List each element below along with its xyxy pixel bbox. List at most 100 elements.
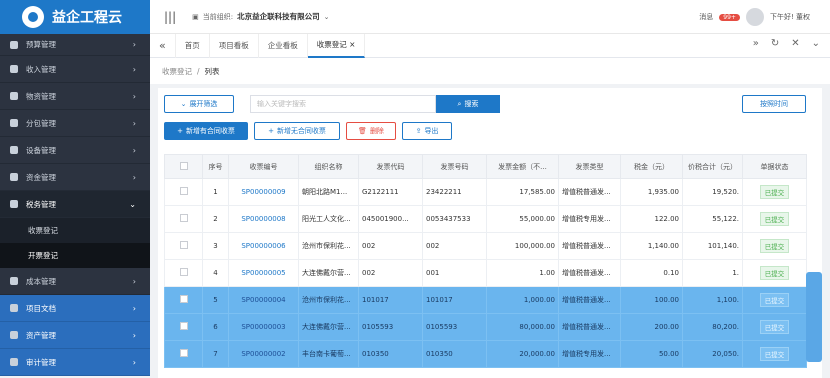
- submenu-item-invoice-register[interactable]: 开票登记: [0, 243, 150, 268]
- sidebar-item-budget[interactable]: 预算管理 ›: [0, 34, 150, 56]
- tabs-scroll-right-icon[interactable]: »: [753, 38, 759, 49]
- org-icon: ▣: [192, 12, 199, 21]
- cell-invoice-code: 010350: [358, 340, 423, 368]
- cell-type: 增值税专用发...: [558, 340, 621, 368]
- row-checkbox[interactable]: [164, 286, 203, 314]
- cell-code-link[interactable]: SP00000004: [228, 286, 299, 314]
- row-checkbox[interactable]: [164, 259, 203, 287]
- cell-code-link[interactable]: SP00000009: [228, 178, 299, 206]
- cell-total: 80,200.: [682, 313, 743, 341]
- sidebar-item-tax[interactable]: 税务管理 ⌄: [0, 191, 150, 218]
- row-checkbox[interactable]: [164, 313, 203, 341]
- sidebar-item-materials[interactable]: 物资管理 ›: [0, 83, 150, 110]
- refresh-icon[interactable]: ↻: [771, 38, 779, 49]
- row-checkbox[interactable]: [164, 232, 203, 260]
- chevron-right-icon: ›: [132, 303, 136, 313]
- row-checkbox[interactable]: [164, 205, 203, 233]
- cell-code-link[interactable]: SP00000002: [228, 340, 299, 368]
- table-row: 2 SP00000008 阳光工人文化... 045001900... 0053…: [164, 205, 807, 233]
- org-label: 当前组织:: [202, 12, 234, 21]
- cell-code-link[interactable]: SP00000005: [228, 259, 299, 287]
- sidebar-item-income[interactable]: 收入管理 ›: [0, 56, 150, 83]
- cell-tax: 0.10: [620, 259, 683, 287]
- time-filter-button[interactable]: 按照时间: [742, 95, 806, 113]
- table-row: 3 SP00000006 沧州市保利花... 002 002 100,000.0…: [164, 232, 807, 260]
- add-no-contract-receipt-button[interactable]: + 新增无合同收票: [254, 122, 340, 140]
- cost-icon: [10, 277, 18, 285]
- cell-invoice-no: 002: [422, 232, 487, 260]
- status-cell: 已提交: [742, 205, 807, 233]
- org-name: 北京益企联科技有限公司: [237, 12, 320, 21]
- close-icon[interactable]: ✕: [791, 38, 799, 49]
- cell-org: 阳光工人文化...: [298, 205, 359, 233]
- col-header: 税金（元）: [620, 154, 683, 179]
- select-all-checkbox[interactable]: [164, 154, 203, 179]
- status-cell: 已提交: [742, 259, 807, 287]
- cell-code-link[interactable]: SP00000008: [228, 205, 299, 233]
- search-button[interactable]: ⌕ 搜索: [436, 95, 500, 113]
- cell-tax: 1,935.00: [620, 178, 683, 206]
- status-cell: 已提交: [742, 313, 807, 341]
- audit-icon: [10, 358, 18, 366]
- org-selector[interactable]: ▣ 当前组织: 北京益企联科技有限公司 ⌄: [192, 11, 329, 22]
- col-header: 组织名称: [298, 154, 359, 179]
- tabs-scroll-left-icon[interactable]: «: [150, 33, 176, 58]
- menu-toggle-icon[interactable]: |||: [164, 10, 176, 24]
- messages-link[interactable]: 消息: [699, 12, 713, 22]
- submenu-item-receipt-register[interactable]: 收票登记: [0, 218, 150, 243]
- sidebar: 益企工程云 预算管理 › 收入管理 › 物资管理 › 分包管理 › 设备管理 › 资金管理…: [0, 0, 150, 376]
- sidebar-item-cost[interactable]: 成本管理 ›: [0, 268, 150, 295]
- col-header: 发票类型: [558, 154, 621, 179]
- plus-icon: +: [177, 127, 183, 135]
- delete-button[interactable]: 🗑 删除: [346, 122, 396, 140]
- tab-receipt-register[interactable]: 收票登记 ×: [307, 33, 366, 58]
- cell-code-link[interactable]: SP00000006: [228, 232, 299, 260]
- user-area: 消息 99+ 下午好! 董权: [699, 8, 810, 26]
- cell-type: 增值税普通发...: [558, 286, 621, 314]
- col-header: 收票编号: [228, 154, 299, 179]
- cell-tax: 200.00: [620, 313, 683, 341]
- cell-type: 增值税普通发...: [558, 178, 621, 206]
- cell-total: 20,050.: [682, 340, 743, 368]
- expand-filter-button[interactable]: ⌄ 展开筛选: [164, 95, 234, 113]
- tab-home[interactable]: 首页: [176, 33, 210, 58]
- main-panel: ⌄ 展开筛选 输入关键字搜索 ⌕ 搜索 按照时间 + 新增有合同收票 + 新增无合同收票…: [158, 88, 822, 378]
- table-row: 6 SP00000003 大连佛戴尔营... 0105593 0105593 8…: [164, 313, 807, 341]
- sidebar-item-assets[interactable]: 资产管理 ›: [0, 322, 150, 349]
- user-greeting[interactable]: 下午好! 董权: [770, 12, 810, 22]
- row-checkbox[interactable]: [164, 178, 203, 206]
- cell-invoice-code: 101017: [358, 286, 423, 314]
- tab-project-board[interactable]: 项目看板: [210, 33, 259, 58]
- cell-org: 沧州市保利花...: [298, 286, 359, 314]
- chevron-down-icon[interactable]: ⌄: [812, 38, 820, 49]
- export-button[interactable]: ⇪ 导出: [402, 122, 452, 140]
- col-header: 价税合计（元）: [682, 154, 743, 179]
- search-icon: ⌕: [457, 99, 462, 108]
- avatar[interactable]: [745, 8, 764, 26]
- close-tab-icon[interactable]: ×: [349, 40, 355, 49]
- sidebar-item-audit[interactable]: 审计管理 ›: [0, 349, 150, 376]
- sidebar-item-funds[interactable]: 资金管理 ›: [0, 164, 150, 191]
- chevron-right-icon: ›: [132, 118, 136, 128]
- sidebar-item-equipment[interactable]: 设备管理 ›: [0, 137, 150, 164]
- add-contract-receipt-button[interactable]: + 新增有合同收票: [164, 122, 248, 140]
- col-header: 序号: [202, 154, 229, 179]
- status-cell: 已提交: [742, 178, 807, 206]
- sidebar-item-documents[interactable]: 项目文档 ›: [0, 295, 150, 322]
- side-scroll-handle[interactable]: [806, 272, 822, 362]
- sidebar-item-subcontract[interactable]: 分包管理 ›: [0, 110, 150, 137]
- cell-invoice-code: 0105593: [358, 313, 423, 341]
- cell-type: 增值税专用发...: [558, 205, 621, 233]
- app-logo[interactable]: 益企工程云: [0, 0, 150, 34]
- status-badge: 已提交: [759, 212, 790, 226]
- search-input[interactable]: 输入关键字搜索: [250, 95, 436, 113]
- row-checkbox[interactable]: [164, 340, 203, 368]
- cell-total: 19,520.: [682, 178, 743, 206]
- cloud-logo-icon: [22, 6, 44, 28]
- col-header: 发票代码: [358, 154, 423, 179]
- tab-enterprise-board[interactable]: 企业看板: [259, 33, 308, 58]
- cell-code-link[interactable]: SP00000003: [228, 313, 299, 341]
- cell-total: 1,100.: [682, 286, 743, 314]
- breadcrumb-parent[interactable]: 收票登记: [162, 66, 192, 77]
- chevron-right-icon: ›: [132, 357, 136, 367]
